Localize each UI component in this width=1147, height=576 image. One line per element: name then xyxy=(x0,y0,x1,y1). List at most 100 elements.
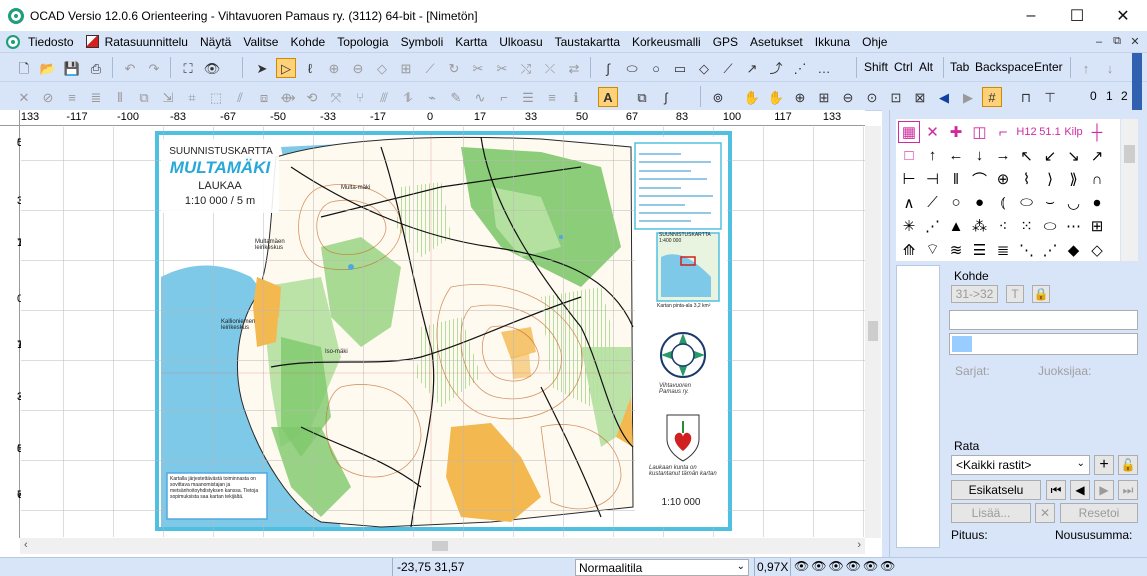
symbol-item[interactable]: ◡ xyxy=(1063,192,1085,214)
open-icon[interactable]: 📂 xyxy=(38,58,58,78)
edit-point-icon[interactable]: ▷ xyxy=(276,58,296,78)
circle-icon[interactable]: ○ xyxy=(646,58,666,78)
maximize-button[interactable]: ☐ xyxy=(1054,0,1100,31)
distribute-icon[interactable]: ⫴ xyxy=(110,87,130,107)
wave-icon[interactable]: ∿ xyxy=(470,87,490,107)
level-1[interactable]: 1 xyxy=(1106,89,1113,103)
pan-icon[interactable]: ✋ xyxy=(766,87,786,107)
control-number-button[interactable]: 31->32 xyxy=(951,285,998,303)
course-lock-button[interactable]: 🔓 xyxy=(1118,455,1138,475)
symbol-item[interactable]: ⊞ xyxy=(1086,215,1108,237)
hand-icon[interactable]: ✋ xyxy=(742,87,762,107)
next-icon[interactable]: ▶ xyxy=(1094,480,1114,500)
menu-topology[interactable]: Topologia xyxy=(331,35,394,49)
symbol-item[interactable]: ▦ xyxy=(898,121,920,143)
add-vertex-icon[interactable]: ⊕ xyxy=(324,58,344,78)
move-icon[interactable]: ⊞ xyxy=(396,58,416,78)
menu-view[interactable]: Näytä xyxy=(194,35,237,49)
bars-icon[interactable]: ☰ xyxy=(518,87,538,107)
symbol-item[interactable]: ⟫ xyxy=(1063,168,1085,190)
course-select[interactable]: <Kaikki rastit> ⌄ xyxy=(951,455,1090,475)
info-icon[interactable]: ℹ xyxy=(566,87,586,107)
symbol-item[interactable]: ≣ xyxy=(992,239,1014,261)
corner-vertex-icon[interactable]: ◇ xyxy=(372,58,392,78)
zoom-window-icon[interactable]: ⊞ xyxy=(814,87,834,107)
symbol-item[interactable]: ⟩ xyxy=(1039,168,1061,190)
mirror-icon[interactable]: ⥮ xyxy=(398,87,418,107)
map-canvas[interactable]: SUUNNISTUSKARTTA MULTAMÄKI LAUKAA 1:10 0… xyxy=(21,127,865,537)
menu-window[interactable]: Ikkuna xyxy=(809,35,856,49)
copy-icon[interactable]: ⧉ xyxy=(632,87,652,107)
reset-button[interactable]: Resetoi xyxy=(1060,503,1138,523)
vertical-scrollbar[interactable] xyxy=(865,126,881,538)
symbol-item[interactable]: ◇ xyxy=(1086,239,1108,261)
preview-button[interactable]: Esikatselu xyxy=(951,480,1041,500)
split-icon[interactable]: ⤧ xyxy=(326,87,346,107)
symbol-item[interactable]: ⊣ xyxy=(922,168,944,190)
mode-select[interactable]: Normaalitila ⌄ xyxy=(575,559,749,576)
delete-course-icon[interactable]: ✕ xyxy=(1035,503,1055,523)
symbol-item[interactable]: ↖ xyxy=(1016,145,1038,167)
horizontal-scroll-thumb[interactable] xyxy=(432,541,448,551)
lasso-icon[interactable]: ℓ xyxy=(300,58,320,78)
symbol-scrollbar[interactable] xyxy=(1121,119,1138,261)
fullscreen-icon[interactable]: ⛶ xyxy=(178,58,198,78)
symbol-item[interactable]: ↘ xyxy=(1063,145,1085,167)
ellipse-icon[interactable]: ⬭ xyxy=(622,58,642,78)
undo-icon[interactable]: ↶ xyxy=(120,58,140,78)
cut-hole-icon[interactable]: ✂ xyxy=(492,58,512,78)
align-center-icon[interactable]: ≣ xyxy=(86,87,106,107)
level-2[interactable]: 2 xyxy=(1121,89,1128,103)
redo-icon[interactable]: ↷ xyxy=(144,58,164,78)
numeric-mode-icon[interactable]: ⤴ xyxy=(766,58,786,78)
rotate-icon[interactable]: ↻ xyxy=(444,58,464,78)
menu-object[interactable]: Kohde xyxy=(284,35,331,49)
description-grid[interactable] xyxy=(949,333,1138,355)
hook-icon[interactable]: ʃ xyxy=(656,87,676,107)
symbol-item[interactable]: ⊕ xyxy=(992,168,1014,190)
zoom-in-icon[interactable]: ⊕ xyxy=(790,87,810,107)
arrow-down-icon[interactable]: ↓ xyxy=(1100,58,1120,78)
zoom-all-icon[interactable]: ⊠ xyxy=(910,87,930,107)
draw-curve-icon[interactable]: ∫ xyxy=(598,58,618,78)
menu-help[interactable]: Ohje xyxy=(856,35,893,49)
freehand-icon[interactable]: ↗ xyxy=(742,58,762,78)
symbol-item[interactable]: ↙ xyxy=(1039,145,1061,167)
symbol-item[interactable]: ⟋ xyxy=(922,192,944,214)
symbol-item[interactable]: ⌣ xyxy=(1039,192,1061,214)
symbol-item[interactable]: H12 xyxy=(1016,121,1038,143)
enter-key[interactable]: Enter xyxy=(1034,60,1063,74)
arrow-up-icon[interactable]: ↑ xyxy=(1076,58,1096,78)
mdi-minimize-icon[interactable]: – xyxy=(1090,33,1108,50)
steps-icon[interactable]: ⌐ xyxy=(494,87,514,107)
symbol-item[interactable]: Kilp xyxy=(1063,121,1085,143)
symbol-item[interactable]: 51.1 xyxy=(1039,121,1061,143)
symbol-item[interactable]: ⦁ xyxy=(1086,192,1108,214)
symbol-item[interactable]: ⌐ xyxy=(992,121,1014,143)
more-icon[interactable]: … xyxy=(814,58,834,78)
symbol-item[interactable]: ◫ xyxy=(969,121,991,143)
symbol-item[interactable]: ✳ xyxy=(898,215,920,237)
scroll-right-icon[interactable]: › xyxy=(857,539,861,551)
close-button[interactable]: ✕ xyxy=(1100,0,1146,31)
prev-icon[interactable]: ◀ xyxy=(1070,480,1090,500)
lines-icon[interactable]: ≡ xyxy=(542,87,562,107)
symbol-item[interactable]: ⋰ xyxy=(1039,239,1061,261)
menu-background[interactable]: Taustakartta xyxy=(549,35,626,49)
symbol-item[interactable]: ⁙ xyxy=(1016,215,1038,237)
symbol-item[interactable]: ≋ xyxy=(945,239,967,261)
scissors-icon[interactable]: ✂ xyxy=(468,58,488,78)
mdi-close-icon[interactable]: ✕ xyxy=(1126,33,1144,50)
symbol-item[interactable]: ⬭ xyxy=(1039,215,1061,237)
remove-vertex-icon[interactable]: ⊖ xyxy=(348,58,368,78)
hatch-icon[interactable]: ⫽ xyxy=(230,87,250,107)
symbol-item[interactable]: ⌔ xyxy=(922,239,944,261)
rectangle-icon[interactable]: ▭ xyxy=(670,58,690,78)
text-tool-icon[interactable]: A xyxy=(598,87,618,107)
ungroup-icon[interactable]: ⟴ xyxy=(278,87,298,107)
merge-icon[interactable]: ⤭ xyxy=(516,58,536,78)
symbol-item[interactable]: ⦅ xyxy=(992,192,1014,214)
add-course-button[interactable]: + xyxy=(1094,455,1114,475)
ctrl-key[interactable]: Ctrl xyxy=(894,60,913,74)
symbol-item[interactable]: → xyxy=(992,145,1014,167)
